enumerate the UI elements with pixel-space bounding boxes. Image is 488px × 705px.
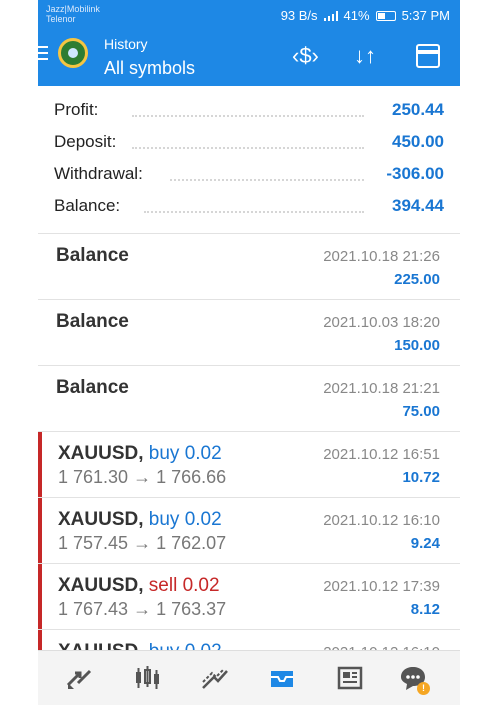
profit-label: Profit:	[54, 100, 99, 119]
trade-indicator	[38, 498, 42, 563]
battery-percent: 41%	[343, 8, 370, 23]
trade-side: buy 0.02	[148, 509, 222, 530]
dot-leader	[132, 115, 364, 117]
row-title: Balance	[56, 377, 129, 398]
currency-exchange-icon[interactable]: ‹$›	[292, 44, 319, 68]
row-amount: 75.00	[402, 403, 440, 420]
history-row-balance[interactable]: Balance 2021.10.18 21:21 75.00	[38, 366, 460, 432]
row-date: 2021.10.18 21:21	[323, 380, 440, 397]
quotes-icon[interactable]	[64, 663, 94, 693]
row-title: XAUUSD, buy 0.02	[58, 509, 222, 531]
deposit-value: 450.00	[392, 132, 444, 151]
balance-value: 394.44	[392, 196, 444, 215]
trade-prices: 1 757.45 → 1 762.07	[58, 533, 227, 553]
carrier-name-2: Telenor	[46, 14, 76, 24]
trade-indicator	[38, 564, 42, 629]
row-title: Balance	[56, 311, 129, 332]
clock: 5:37 PM	[401, 8, 450, 23]
carrier-info: Jazz|Mobilink Telenor	[46, 4, 100, 24]
row-amount: 10.72	[402, 469, 440, 486]
network-speed: 93 B/s	[280, 8, 318, 23]
row-amount: 150.00	[394, 337, 440, 354]
row-amount: 8.12	[410, 601, 440, 618]
row-amount: 225.00	[394, 271, 440, 288]
calendar-icon[interactable]	[416, 44, 440, 68]
signal-icon	[323, 10, 338, 21]
row-title: XAUUSD, buy 0.02	[58, 443, 222, 465]
trade-side: buy 0.02	[148, 443, 222, 464]
withdrawal-value: -306.00	[386, 164, 444, 183]
page-title: History	[104, 36, 148, 52]
row-date: 2021.10.18 21:26	[323, 248, 440, 265]
trade-prices: 1 767.43 → 1 763.37	[58, 599, 227, 619]
symbol-filter[interactable]: All symbols	[104, 58, 195, 79]
row-amount: 9.24	[410, 535, 440, 552]
dot-leader	[144, 211, 364, 213]
trade-indicator	[38, 432, 42, 497]
history-icon[interactable]	[267, 663, 297, 693]
row-date: 2021.10.03 18:20	[323, 314, 440, 331]
top-bar: Jazz|Mobilink Telenor 93 B/s 41% 5:37 PM…	[38, 0, 460, 86]
row-title: XAUUSD, sell 0.02	[58, 575, 220, 597]
sort-icon[interactable]: ↓↑	[354, 44, 376, 68]
summary-profit: Profit: 250.44	[54, 100, 444, 126]
trade-icon[interactable]	[200, 663, 230, 693]
summary-deposit: Deposit: 450.00	[54, 132, 444, 158]
history-row-trade[interactable]: XAUUSD, buy 0.02 1 761.30 → 1 766.66 202…	[38, 432, 460, 498]
trade-symbol: XAUUSD,	[58, 443, 144, 464]
carrier-name-1: Jazz|Mobilink	[46, 4, 100, 14]
app-logo	[58, 38, 88, 68]
deposit-label: Deposit:	[54, 132, 117, 151]
dot-leader	[132, 147, 364, 149]
row-title: Balance	[56, 245, 129, 266]
history-row-balance[interactable]: Balance 2021.10.03 18:20 150.00	[38, 300, 460, 366]
trade-prices: 1 761.30 → 1 766.66	[58, 467, 227, 487]
withdrawal-label: Withdrawal:	[54, 164, 143, 183]
trade-symbol: XAUUSD,	[58, 575, 144, 596]
row-date: 2021.10.12 17:39	[323, 578, 440, 595]
bottom-nav: !	[38, 650, 460, 705]
news-icon[interactable]	[335, 663, 365, 693]
status-indicators: 93 B/s 41% 5:37 PM	[281, 8, 450, 23]
summary-balance: Balance: 394.44	[54, 196, 444, 222]
history-screen: Jazz|Mobilink Telenor 93 B/s 41% 5:37 PM…	[38, 0, 460, 705]
history-row-balance[interactable]: Balance 2021.10.18 21:26 225.00	[38, 234, 460, 300]
balance-label: Balance:	[54, 196, 121, 215]
trade-symbol: XAUUSD,	[58, 509, 144, 530]
dot-leader	[170, 179, 364, 181]
chart-icon[interactable]	[132, 663, 162, 693]
chat-badge: !	[417, 682, 430, 695]
chat-icon[interactable]: !	[398, 663, 430, 695]
trade-side: sell 0.02	[148, 575, 220, 596]
row-date: 2021.10.12 16:51	[323, 446, 440, 463]
battery-icon	[375, 10, 396, 21]
summary-withdrawal: Withdrawal: -306.00	[54, 164, 444, 190]
row-date: 2021.10.12 16:10	[323, 512, 440, 529]
history-row-trade[interactable]: XAUUSD, buy 0.02 1 757.45 → 1 762.07 202…	[38, 498, 460, 564]
profit-value: 250.44	[392, 100, 444, 119]
account-summary: Profit: 250.44 Deposit: 450.00 Withdrawa…	[38, 86, 460, 234]
history-row-trade[interactable]: XAUUSD, sell 0.02 1 767.43 → 1 763.37 20…	[38, 564, 460, 630]
menu-icon[interactable]	[38, 46, 48, 60]
